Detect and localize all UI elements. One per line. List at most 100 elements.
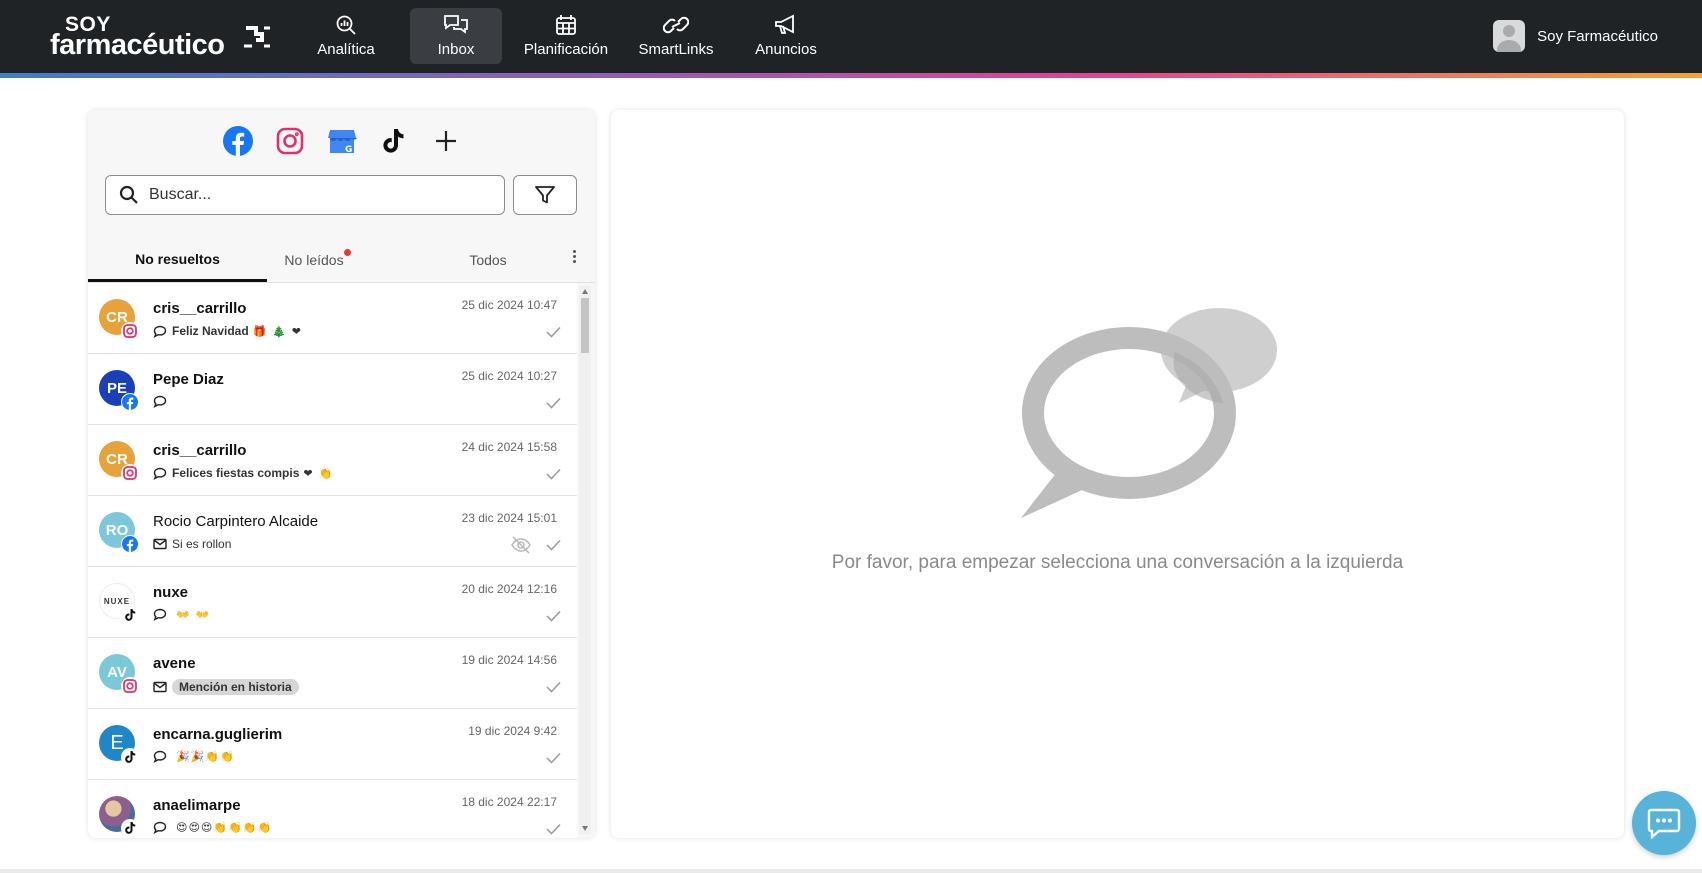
channel-instagram[interactable] bbox=[275, 126, 305, 156]
list-scrollbar[interactable] bbox=[579, 286, 591, 834]
conversation-row[interactable]: NUXE nuxe 20 dic 2024 12:16 👐 👐 bbox=[88, 567, 577, 638]
conversation-row[interactable]: E encarna.guglierim 19 dic 2024 9:42 🎉🎉👏… bbox=[88, 709, 577, 780]
main-nav: Analítica Inbox Planificación SmartLinks bbox=[300, 8, 850, 64]
brand-gradient-bar bbox=[0, 73, 1702, 78]
resolve-check-icon[interactable] bbox=[546, 468, 561, 480]
more-options-icon[interactable] bbox=[571, 248, 577, 268]
instagram-badge bbox=[121, 464, 139, 482]
channel-tiktok[interactable] bbox=[379, 126, 409, 156]
search-icon bbox=[119, 185, 138, 204]
scroll-down-icon[interactable] bbox=[582, 826, 588, 831]
conversation-preview: 😍😍😍👏👏👏👏 bbox=[153, 821, 272, 834]
preview-emoji: 😍😍😍👏👏👏👏 bbox=[176, 821, 273, 834]
resolve-check-icon[interactable] bbox=[546, 752, 561, 764]
comment-icon bbox=[153, 395, 167, 408]
google-business-icon: G bbox=[327, 130, 357, 155]
nav-smartlinks[interactable]: SmartLinks bbox=[630, 8, 722, 64]
resolve-check-icon[interactable] bbox=[546, 326, 561, 338]
conversations-panel: G No resueltos No leídos bbox=[88, 110, 595, 838]
preview-text: Feliz Navidad bbox=[172, 324, 249, 338]
chat-icon bbox=[1647, 808, 1681, 839]
nav-label: Anuncios bbox=[755, 41, 817, 58]
resolve-check-icon[interactable] bbox=[546, 539, 561, 551]
facebook-icon bbox=[122, 394, 138, 410]
nav-label: Inbox bbox=[437, 41, 475, 58]
channel-facebook[interactable] bbox=[222, 126, 253, 156]
nav-label: Planificación bbox=[523, 41, 609, 58]
conversation-list: CR cris__carrillo 25 dic 2024 10:47 Feli… bbox=[88, 283, 577, 838]
conversation-row[interactable]: CR cris__carrillo 25 dic 2024 10:47 Feli… bbox=[88, 283, 577, 354]
brand-line2: farmacéutico bbox=[50, 29, 225, 61]
nav-inbox[interactable]: Inbox bbox=[410, 8, 502, 64]
conversation-row[interactable]: AV avene 19 dic 2024 14:56 Mención en hi… bbox=[88, 638, 577, 709]
comment-icon bbox=[153, 467, 167, 480]
tab-no-resueltos[interactable]: No resueltos bbox=[88, 238, 267, 282]
channel-filter-bar: G bbox=[88, 126, 595, 156]
conversation-date: 20 dic 2024 12:16 bbox=[461, 582, 557, 596]
conversation-preview: Si es rollon bbox=[153, 537, 231, 551]
resolve-check-icon[interactable] bbox=[546, 397, 561, 409]
instagram-badge bbox=[121, 322, 139, 340]
conversation-row[interactable]: CR cris__carrillo 24 dic 2024 15:58 Feli… bbox=[88, 425, 577, 496]
tab-label: Todos bbox=[469, 252, 507, 268]
instagram-badge bbox=[121, 677, 139, 695]
filter-icon bbox=[535, 186, 555, 204]
nav-label: Analítica bbox=[317, 41, 375, 58]
add-channel-button[interactable] bbox=[431, 126, 461, 156]
conversation-preview: Mención en historia bbox=[153, 679, 299, 695]
conversation-row[interactable]: PE Pepe Diaz 25 dic 2024 10:27 bbox=[88, 354, 577, 425]
resolve-check-icon[interactable] bbox=[546, 823, 561, 835]
conversation-date: 18 dic 2024 22:17 bbox=[461, 795, 557, 809]
empty-state-message: Por favor, para empezar selecciona una c… bbox=[831, 552, 1404, 573]
nav-anuncios[interactable]: Anuncios bbox=[740, 8, 832, 64]
tiktok-badge bbox=[121, 748, 139, 766]
tiktok-icon bbox=[124, 751, 135, 763]
brand-logo[interactable]: SOY farmacéutico bbox=[50, 14, 270, 61]
tiktok-icon bbox=[382, 129, 403, 153]
top-navigation-bar: SOY farmacéutico Analítica Inbox Planifi… bbox=[0, 0, 1702, 73]
contact-name: cris__carrillo bbox=[153, 300, 247, 317]
contact-name: avene bbox=[153, 655, 196, 672]
chat-bubbles-illustration-icon bbox=[1021, 308, 1277, 518]
conversation-preview: 👐 👐 bbox=[153, 608, 210, 621]
nav-analitica[interactable]: Analítica bbox=[300, 8, 392, 64]
search-input[interactable] bbox=[147, 185, 471, 205]
conversation-date: 19 dic 2024 14:56 bbox=[461, 653, 557, 667]
contact-name: anaelimarpe bbox=[153, 797, 241, 814]
conversation-date: 24 dic 2024 15:58 bbox=[461, 440, 557, 454]
tiktok-badge bbox=[121, 606, 139, 624]
facebook-icon bbox=[122, 536, 138, 552]
resolve-check-icon[interactable] bbox=[546, 610, 561, 622]
tiktok-icon bbox=[124, 822, 135, 834]
comment-icon bbox=[153, 325, 167, 338]
nav-planificacion[interactable]: Planificación bbox=[520, 8, 612, 64]
tab-label: No leídos bbox=[284, 252, 344, 268]
conversation-preview bbox=[153, 395, 172, 408]
preview-text: Si es rollon bbox=[172, 537, 232, 551]
hidden-eye-icon[interactable] bbox=[511, 536, 531, 554]
comment-icon bbox=[153, 750, 167, 763]
page-bottom-border bbox=[0, 869, 1702, 873]
megaphone-icon bbox=[775, 14, 794, 34]
scroll-thumb[interactable] bbox=[581, 298, 589, 353]
filter-button[interactable] bbox=[513, 175, 577, 215]
scroll-up-icon[interactable] bbox=[582, 289, 588, 294]
preview-text: Felices fiestas compis bbox=[172, 466, 300, 480]
story-mention-badge: Mención en historia bbox=[172, 679, 299, 695]
conversation-row[interactable]: anaelimarpe 18 dic 2024 22:17 😍😍😍👏👏👏👏 bbox=[88, 780, 577, 838]
message-icon bbox=[153, 538, 167, 550]
channel-google-business[interactable]: G bbox=[327, 126, 357, 156]
resolve-check-icon[interactable] bbox=[546, 681, 561, 693]
instagram-icon bbox=[276, 127, 303, 155]
nav-label: SmartLinks bbox=[638, 41, 714, 58]
tiktok-badge bbox=[121, 819, 139, 837]
comment-icon bbox=[153, 608, 167, 621]
preview-emoji: 🎁 🎄 ❤ bbox=[252, 324, 302, 338]
conversation-date: 19 dic 2024 9:42 bbox=[468, 724, 557, 738]
support-chat-button[interactable] bbox=[1632, 791, 1696, 855]
user-name: Soy Farmacéutico bbox=[1537, 27, 1658, 45]
user-menu[interactable]: Soy Farmacéutico bbox=[1493, 20, 1658, 52]
conversation-row[interactable]: RO Rocio Carpintero Alcaide 23 dic 2024 … bbox=[88, 496, 577, 567]
facebook-badge bbox=[121, 535, 139, 553]
comment-icon bbox=[153, 821, 167, 834]
